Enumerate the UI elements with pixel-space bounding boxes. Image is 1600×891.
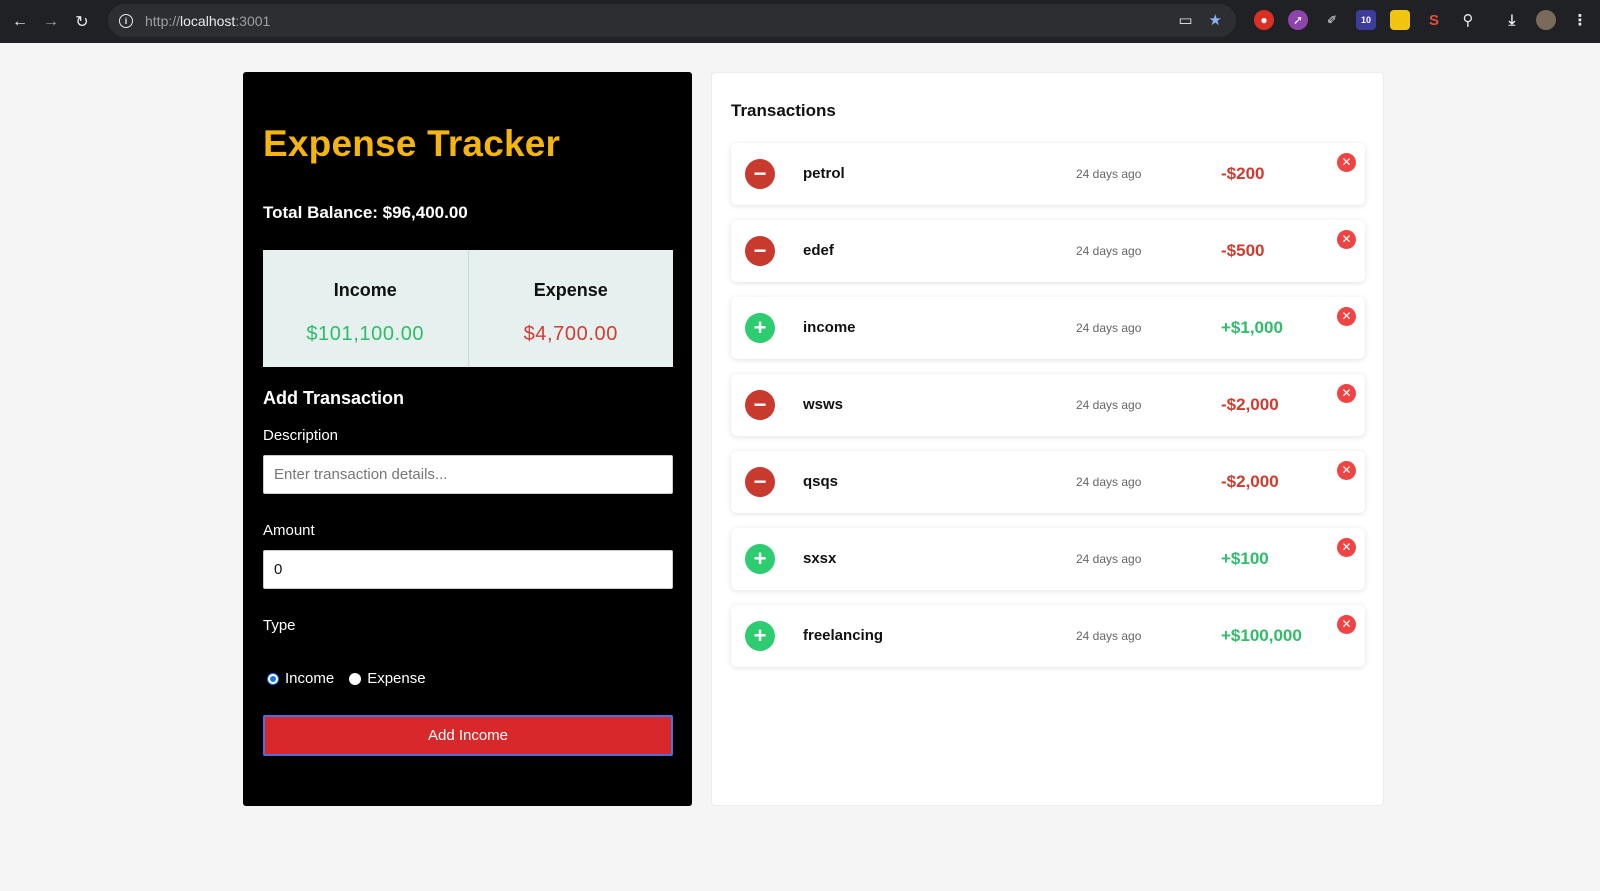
extension-red-icon[interactable]: ● <box>1254 10 1274 30</box>
income-label: Income <box>333 280 397 300</box>
minus-circle-icon: − <box>745 390 775 420</box>
address-bar[interactable]: i http://localhost:3001 ▭ ★ <box>108 4 1236 37</box>
plus-circle-icon: + <box>745 621 775 651</box>
transaction-amount: -$2,000 <box>1221 472 1279 491</box>
transactions-panel: Transactions − petrol 24 days ago -$200 ✕ − ed… <box>711 72 1384 806</box>
add-transaction-heading: Add Transaction <box>263 388 405 408</box>
plus-circle-icon: + <box>745 313 775 343</box>
transaction-item: + sxsx 24 days ago +$100 ✕ <box>731 528 1365 590</box>
delete-transaction-icon[interactable]: ✕ <box>1337 538 1356 557</box>
transaction-date: 24 days ago <box>1076 552 1142 566</box>
expense-value: $4,700.00 <box>523 323 618 345</box>
transaction-date: 24 days ago <box>1076 244 1142 258</box>
minus-circle-icon: − <box>745 159 775 189</box>
add-income-button[interactable]: Add Income <box>263 715 673 756</box>
transaction-date: 24 days ago <box>1076 629 1142 643</box>
extension-badge-icon[interactable]: 10 <box>1356 10 1376 30</box>
app-title: Expense Tracker <box>263 123 561 164</box>
url-text: http://localhost:3001 <box>145 12 271 29</box>
reload-icon[interactable]: ↻ <box>71 11 93 33</box>
transaction-list: − petrol 24 days ago -$200 ✕ − edef 24 days ago… <box>731 143 1365 682</box>
cast-icon[interactable]: ▭ <box>1178 12 1192 29</box>
transaction-item: − edef 24 days ago -$500 ✕ <box>731 220 1365 282</box>
transaction-description: freelancing <box>803 627 884 644</box>
extension-s-icon[interactable]: S <box>1424 10 1444 30</box>
profile-avatar[interactable] <box>1536 10 1556 30</box>
transaction-item: + freelancing 24 days ago +$100,000 ✕ <box>731 605 1365 667</box>
minus-circle-icon: − <box>745 467 775 497</box>
description-label: Description <box>263 427 339 444</box>
total-balance: Total Balance: $96,400.00 <box>263 203 468 222</box>
transaction-amount: -$200 <box>1221 164 1265 183</box>
income-summary: Income $101,100.00 <box>263 250 468 367</box>
delete-transaction-icon[interactable]: ✕ <box>1337 615 1356 634</box>
extension-pen-icon[interactable]: ✐ <box>1322 10 1342 30</box>
forward-arrow-icon[interactable]: → <box>40 11 62 33</box>
download-icon[interactable]: ⤓ <box>1502 10 1522 30</box>
menu-kebab-icon[interactable]: ⋮ <box>1570 10 1590 30</box>
back-arrow-icon[interactable]: ← <box>9 11 31 33</box>
delete-transaction-icon[interactable]: ✕ <box>1337 230 1356 249</box>
extensions-puzzle-icon[interactable]: ⚲ <box>1458 10 1478 30</box>
delete-transaction-icon[interactable]: ✕ <box>1337 307 1356 326</box>
transaction-description: income <box>803 319 856 336</box>
expense-label: Expense <box>533 280 608 300</box>
transaction-amount: +$1,000 <box>1221 318 1283 337</box>
delete-transaction-icon[interactable]: ✕ <box>1337 153 1356 172</box>
transaction-amount: -$2,000 <box>1221 395 1279 414</box>
transaction-description: edef <box>803 242 834 259</box>
transactions-heading: Transactions <box>731 101 836 120</box>
transaction-date: 24 days ago <box>1076 321 1142 335</box>
transaction-item: − petrol 24 days ago -$200 ✕ <box>731 143 1365 205</box>
transaction-date: 24 days ago <box>1076 398 1142 412</box>
site-info-icon[interactable]: i <box>119 13 133 28</box>
transaction-description: sxsx <box>803 550 837 567</box>
browser-toolbar: ← → ↻ i http://localhost:3001 ▭ ★ ● ➚ ✐ … <box>0 0 1600 43</box>
plus-circle-icon: + <box>745 544 775 574</box>
tracker-panel: Expense Tracker Total Balance: $96,400.0… <box>243 72 692 806</box>
transaction-description: wsws <box>803 396 844 413</box>
transaction-description: qsqs <box>803 473 839 490</box>
transaction-amount: +$100 <box>1221 549 1269 568</box>
description-input[interactable] <box>263 455 673 494</box>
income-expense-summary: Income $101,100.00 Expense $4,700.00 <box>263 250 673 367</box>
minus-circle-icon: − <box>745 236 775 266</box>
income-radio[interactable] <box>267 672 279 685</box>
type-radio-group: Income Expense <box>267 670 441 687</box>
extension-yellow-icon[interactable] <box>1390 10 1410 30</box>
delete-transaction-icon[interactable]: ✕ <box>1337 461 1356 480</box>
transaction-item: + income 24 days ago +$1,000 ✕ <box>731 297 1365 359</box>
amount-input[interactable] <box>263 550 673 589</box>
transaction-item: − wsws 24 days ago -$2,000 ✕ <box>731 374 1365 436</box>
income-value: $101,100.00 <box>306 323 425 345</box>
income-radio-label[interactable]: Income <box>285 670 334 687</box>
transaction-amount: +$100,000 <box>1221 626 1302 645</box>
transaction-item: − qsqs 24 days ago -$2,000 ✕ <box>731 451 1365 513</box>
bookmark-star-icon[interactable]: ★ <box>1209 12 1222 29</box>
expense-radio-label[interactable]: Expense <box>367 670 425 687</box>
transaction-date: 24 days ago <box>1076 475 1142 489</box>
delete-transaction-icon[interactable]: ✕ <box>1337 384 1356 403</box>
expense-summary: Expense $4,700.00 <box>467 250 674 367</box>
extension-compass-icon[interactable]: ➚ <box>1288 10 1308 30</box>
type-label: Type <box>263 617 296 634</box>
transaction-date: 24 days ago <box>1076 167 1142 181</box>
transaction-description: petrol <box>803 165 845 182</box>
expense-radio[interactable] <box>349 672 362 685</box>
amount-label: Amount <box>263 522 315 539</box>
transaction-amount: -$500 <box>1221 241 1265 260</box>
